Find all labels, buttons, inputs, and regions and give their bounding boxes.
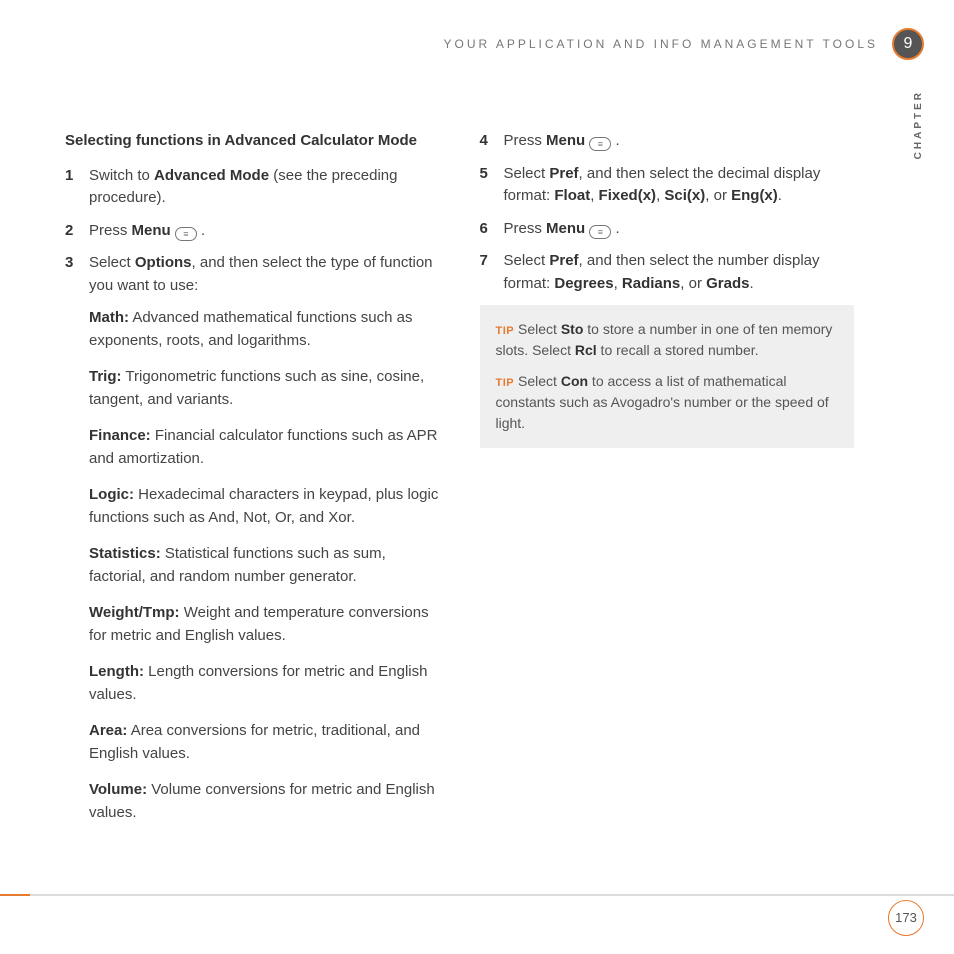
tip-1: TIP Select Sto to store a number in one … xyxy=(496,319,839,361)
step-number: 7 xyxy=(480,250,488,273)
func-length: Length: Length conversions for metric an… xyxy=(89,661,440,706)
func-logic: Logic: Hexadecimal characters in keypad,… xyxy=(89,484,440,529)
func-math: Math: Advanced mathematical functions su… xyxy=(89,307,440,352)
menu-key-icon: ≡ xyxy=(175,227,197,241)
step-list-cont: 4 Press Menu ≡ . 5 Select Pref, and then… xyxy=(480,130,855,295)
step-text: Select xyxy=(89,254,135,271)
func-area: Area: Area conversions for metric, tradi… xyxy=(89,720,440,765)
func-stats: Statistics: Statistical functions such a… xyxy=(89,543,440,588)
step-1: 1 Switch to Advanced Mode (see the prece… xyxy=(65,165,440,210)
step-3: 3 Select Options, and then select the ty… xyxy=(65,252,440,297)
step-bold: Options xyxy=(135,254,192,271)
func-label: Math: xyxy=(89,309,129,326)
step-2: 2 Press Menu ≡ . xyxy=(65,220,440,243)
step-opt: Radians xyxy=(622,275,680,292)
step-list: 1 Switch to Advanced Mode (see the prece… xyxy=(65,165,440,298)
step-text: Press xyxy=(504,132,547,149)
func-trig: Trig: Trigonometric functions such as si… xyxy=(89,366,440,411)
step-text: Select xyxy=(504,165,550,182)
func-weight: Weight/Tmp: Weight and temperature conve… xyxy=(89,602,440,647)
func-desc: Advanced mathematical functions such as … xyxy=(89,309,413,349)
step-text: . xyxy=(197,222,205,239)
tip-label: TIP xyxy=(496,377,515,389)
step-text: . xyxy=(611,132,619,149)
menu-key-icon: ≡ xyxy=(589,137,611,151)
tip-text: Select xyxy=(514,373,561,389)
step-number: 4 xyxy=(480,130,488,153)
step-bold: Pref xyxy=(549,252,578,269)
func-desc: Hexadecimal characters in keypad, plus l… xyxy=(89,486,438,526)
chapter-side-label: CHAPTER xyxy=(911,90,926,159)
step-text: Press xyxy=(504,220,547,237)
step-opt: Float xyxy=(554,187,590,204)
func-label: Finance: xyxy=(89,427,151,444)
footer-rule xyxy=(0,894,954,896)
step-opt: Sci(x) xyxy=(664,187,705,204)
func-label: Length: xyxy=(89,663,144,680)
step-bold: Pref xyxy=(549,165,578,182)
step-bold: Menu xyxy=(546,220,585,237)
page-header: YOUR APPLICATION AND INFO MANAGEMENT TOO… xyxy=(443,28,924,60)
step-text: . xyxy=(611,220,619,237)
func-label: Area: xyxy=(89,722,127,739)
section-title: Selecting functions in Advanced Calculat… xyxy=(65,130,440,153)
step-6: 6 Press Menu ≡ . xyxy=(480,218,855,241)
tip-label: TIP xyxy=(496,325,515,337)
func-label: Trig: xyxy=(89,368,122,385)
step-text: Press xyxy=(89,222,132,239)
func-label: Weight/Tmp: xyxy=(89,604,180,621)
step-opt: Degrees xyxy=(554,275,613,292)
tip-box: TIP Select Sto to store a number in one … xyxy=(480,305,855,448)
step-number: 1 xyxy=(65,165,73,188)
step-number: 5 xyxy=(480,163,488,186)
step-number: 2 xyxy=(65,220,73,243)
step-opt: Eng(x) xyxy=(731,187,778,204)
step-number: 3 xyxy=(65,252,73,275)
step-text: Select xyxy=(504,252,550,269)
menu-key-icon: ≡ xyxy=(589,225,611,239)
tip-bold: Sto xyxy=(561,321,584,337)
func-label: Statistics: xyxy=(89,545,161,562)
step-5: 5 Select Pref, and then select the decim… xyxy=(480,163,855,208)
func-volume: Volume: Volume conversions for metric an… xyxy=(89,779,440,824)
page-number: 173 xyxy=(888,900,924,936)
func-finance: Finance: Financial calculator functions … xyxy=(89,425,440,470)
tip-text: to recall a stored number. xyxy=(597,342,759,358)
page-content: Selecting functions in Advanced Calculat… xyxy=(65,130,854,854)
step-opt: Grads xyxy=(706,275,749,292)
step-bold: Menu xyxy=(546,132,585,149)
tip-text: Select xyxy=(514,321,561,337)
step-bold: Menu xyxy=(132,222,171,239)
func-label: Volume: xyxy=(89,781,147,798)
running-head: YOUR APPLICATION AND INFO MANAGEMENT TOO… xyxy=(443,35,878,53)
func-desc: Trigonometric functions such as sine, co… xyxy=(89,368,424,408)
tip-bold: Rcl xyxy=(575,342,597,358)
step-bold: Advanced Mode xyxy=(154,167,269,184)
step-number: 6 xyxy=(480,218,488,241)
step-7: 7 Select Pref, and then select the numbe… xyxy=(480,250,855,295)
chapter-number-badge: 9 xyxy=(892,28,924,60)
step-text: Switch to xyxy=(89,167,154,184)
tip-2: TIP Select Con to access a list of mathe… xyxy=(496,371,839,434)
tip-bold: Con xyxy=(561,373,588,389)
step-opt: Fixed(x) xyxy=(599,187,657,204)
func-label: Logic: xyxy=(89,486,134,503)
func-desc: Area conversions for metric, traditional… xyxy=(89,722,420,762)
step-4: 4 Press Menu ≡ . xyxy=(480,130,855,153)
